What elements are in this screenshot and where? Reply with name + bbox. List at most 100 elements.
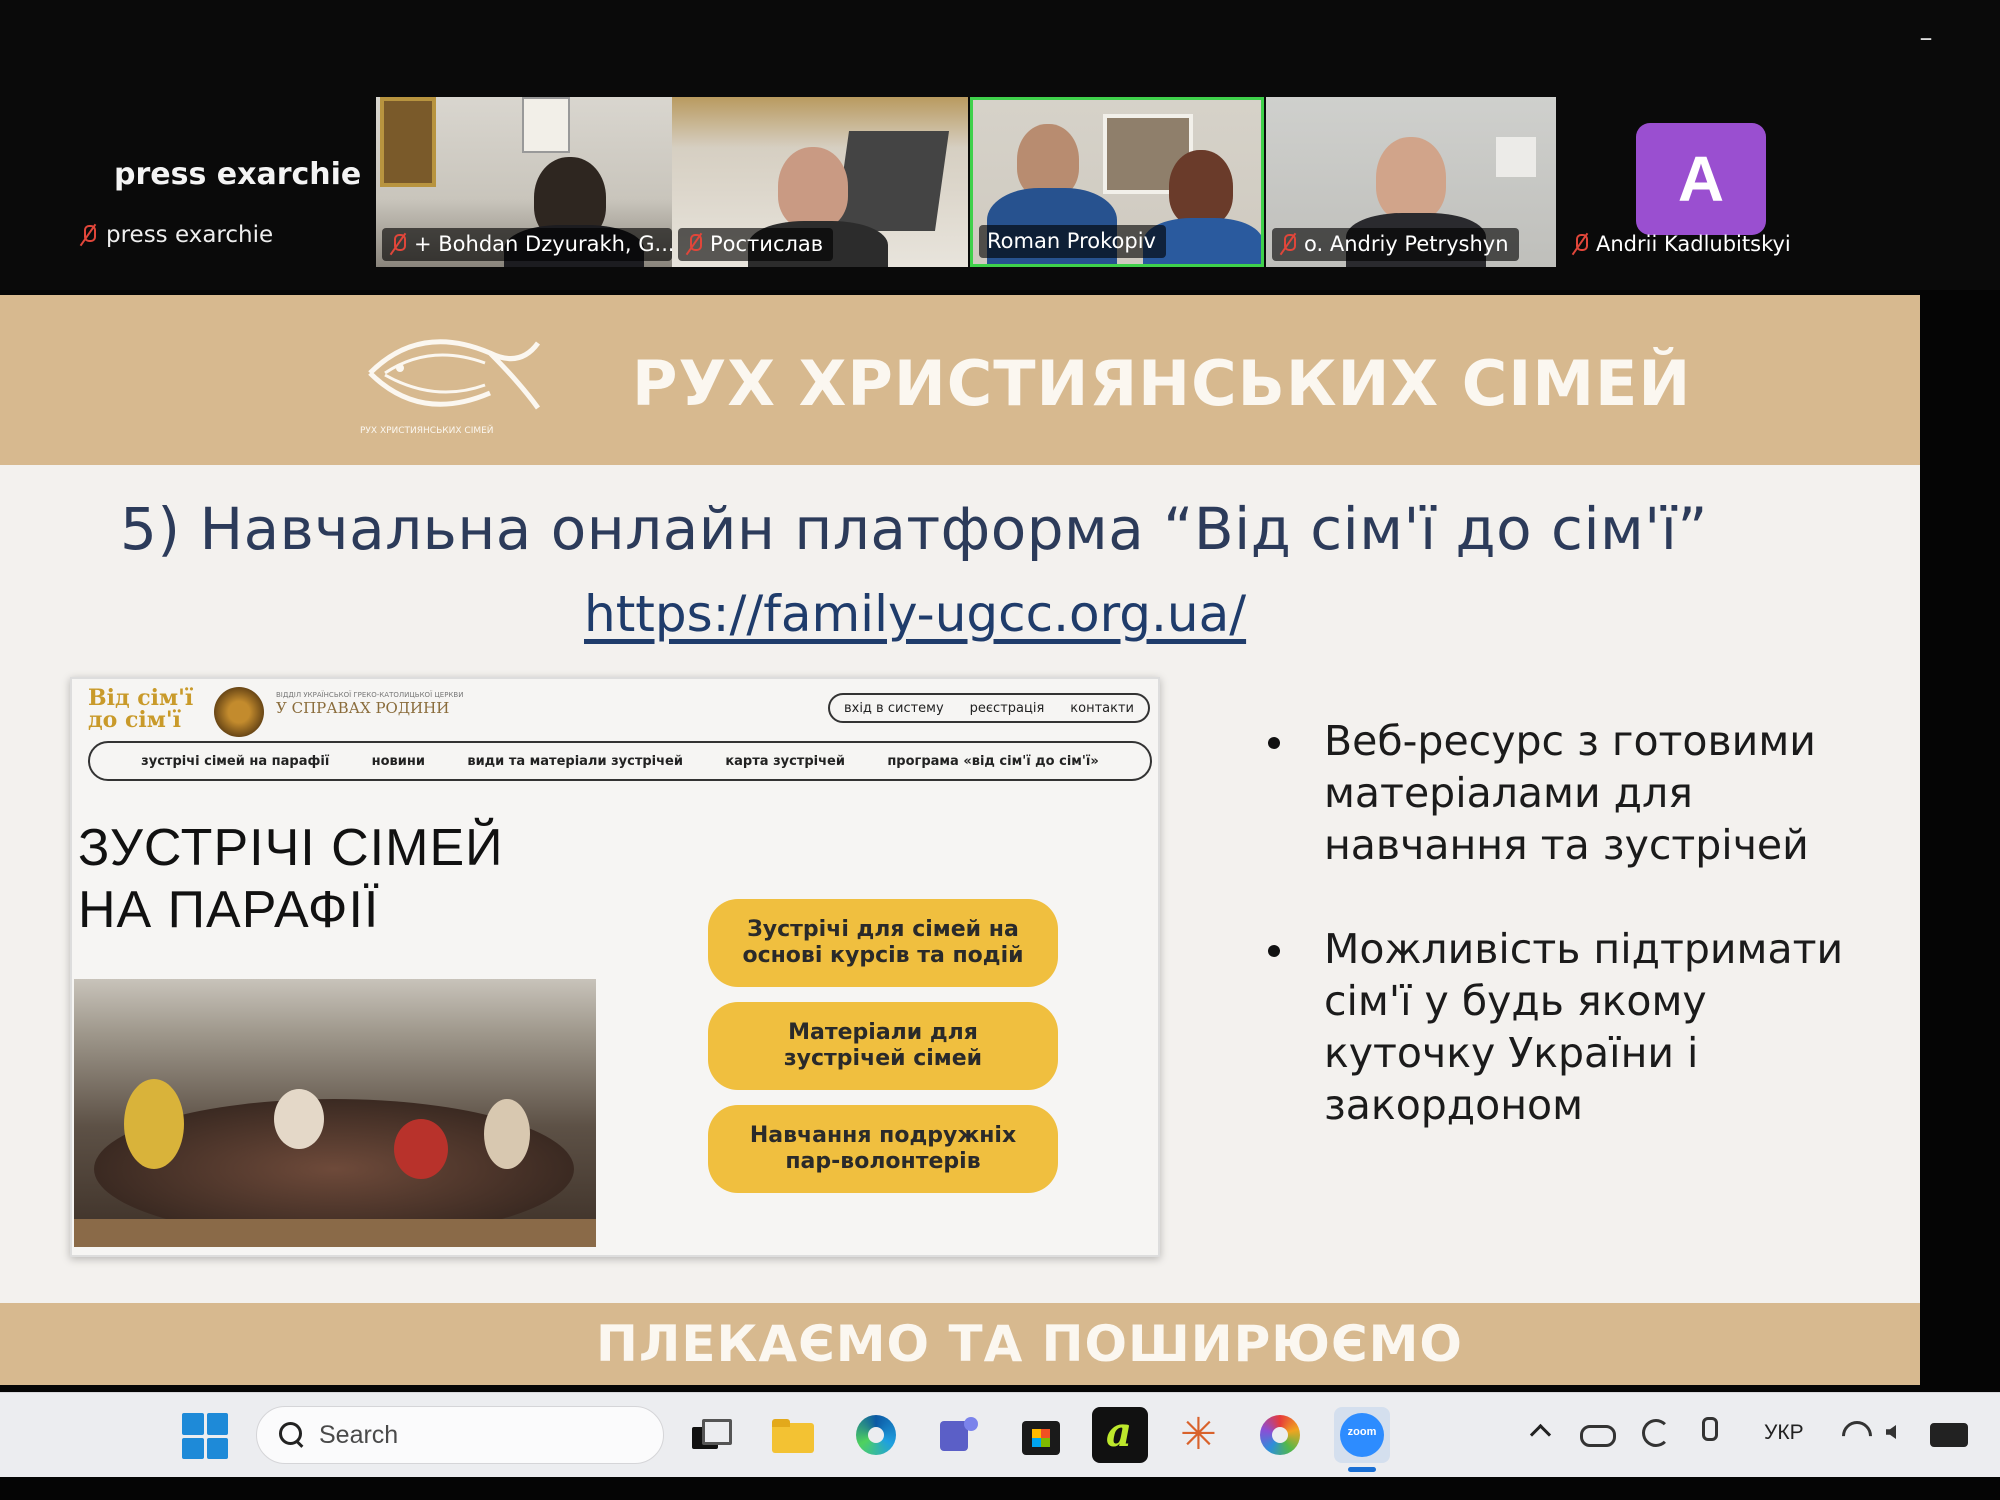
site-logo-line2: до сім'ї [88, 707, 181, 733]
site-top-links: вхід в систему реєстрація контакти [827, 693, 1150, 723]
microphone-icon[interactable] [1694, 1417, 1728, 1447]
fish-logo-icon: РУХ ХРИСТИЯНСЬКИХ СІМЕЙ [360, 339, 541, 436]
host-display-name: press exarchie [114, 157, 362, 192]
participant-name: Roman Prokopiv [987, 229, 1156, 253]
participant-avatar-tile[interactable]: A Andrii Kadlubitskyi [1558, 97, 1850, 267]
participant-figure [1376, 137, 1446, 221]
zoom-participant-strip: – press exarchie press exarchie + Bohdan… [0, 0, 2000, 290]
participant-name: + Bohdan Dzyurakh, G... [414, 232, 672, 256]
taskbar-search-box[interactable]: Search [256, 1406, 664, 1464]
input-language-indicator[interactable]: УКР [1764, 1421, 1804, 1445]
emblem-subtitle: ВІДДІЛ УКРАЇНСЬКОЇ ГРЕКО-КАТОЛИЦЬКОЇ ЦЕР… [276, 691, 464, 699]
participant-name-tag: Roman Prokopiv [979, 225, 1166, 258]
task-view-icon[interactable] [680, 1407, 736, 1463]
show-hidden-icons-chevron-icon[interactable] [1528, 1419, 1550, 1441]
participant-name-tag: o. Andriy Petryshyn [1272, 228, 1519, 261]
logo-caption: РУХ ХРИСТИЯНСЬКИХ СІМЕЙ [360, 424, 494, 436]
icon-painting [380, 97, 436, 187]
slide-footer-band: ПЛЕКАЄМО ТА ПОШИРЮЄМО [0, 1303, 1920, 1385]
mic-muted-icon [686, 233, 702, 255]
battery-icon[interactable] [1930, 1417, 1970, 1447]
minimize-button[interactable]: – [1914, 25, 1938, 54]
group-photo [74, 979, 596, 1247]
volume-icon[interactable] [1882, 1417, 1916, 1447]
participant-avatar: A [1636, 123, 1766, 235]
mic-muted-icon [80, 224, 96, 246]
host-name-tag: press exarchie [80, 222, 273, 248]
search-placeholder: Search [319, 1420, 399, 1449]
zoom-icon-label: zoom [1347, 1426, 1377, 1438]
nav-item[interactable]: карта зустрічей [725, 754, 845, 769]
teams-icon[interactable] [930, 1407, 986, 1463]
host-name-label: press exarchie [106, 222, 274, 248]
nav-item[interactable]: зустрічі сімей на парафії [141, 754, 329, 769]
slide-footer-text: ПЛЕКАЄМО ТА ПОШИРЮЄМО [596, 1315, 1463, 1373]
slide-header-title: РУХ ХРИСТИЯНСЬКИХ СІМЕЙ [632, 347, 1692, 420]
participant-video-tile[interactable]: + Bohdan Dzyurakh, G... [376, 97, 672, 267]
start-icon[interactable] [182, 1413, 228, 1459]
claude-glyph: ✳ [1180, 1409, 1217, 1460]
participant-name: o. Andriy Petryshyn [1304, 232, 1509, 256]
bullet-item: Веб-ресурс з готовими матеріалами для на… [1262, 715, 1882, 871]
participant-name-tag: Andrii Kadlubitskyi [1564, 228, 1801, 261]
nav-item[interactable]: новини [372, 754, 425, 769]
site-nav: зустрічі сімей на парафії новини види та… [88, 741, 1152, 781]
wall-outlet [1496, 137, 1536, 177]
crowd-person [394, 1119, 448, 1179]
volunteer-training-button[interactable]: Навчання подружніх пар-волонтерів [708, 1105, 1058, 1193]
edge-icon[interactable] [848, 1407, 904, 1463]
contacts-link[interactable]: контакти [1070, 701, 1134, 716]
search-icon [279, 1422, 305, 1448]
a-app-icon[interactable]: a [1092, 1407, 1148, 1463]
active-app-indicator [1348, 1467, 1376, 1472]
photos-icon[interactable] [1252, 1407, 1308, 1463]
coat-of-arms-image [522, 97, 570, 153]
claude-icon[interactable]: ✳ [1172, 1407, 1228, 1463]
emblem-icon [214, 687, 264, 737]
participant-video-tile[interactable]: o. Andriy Petryshyn [1266, 97, 1556, 267]
participant-figure [778, 147, 848, 229]
bullet-item: Можливість підтримати сім'ї у будь якому… [1262, 923, 1882, 1131]
participant-video-tile[interactable]: Ростислав [672, 97, 968, 267]
onedrive-icon[interactable] [1580, 1417, 1616, 1447]
site-page-title-line1: ЗУСТРІЧІ СІМЕЙ [78, 819, 504, 877]
shared-presentation-slide: РУХ ХРИСТИЯНСЬКИХ СІМЕЙ РУХ ХРИСТИЯНСЬКИ… [0, 295, 1920, 1385]
participant-name-tag: + Bohdan Dzyurakh, G... [382, 228, 672, 261]
sync-icon[interactable] [1638, 1417, 1672, 1447]
parquet-floor [74, 1219, 596, 1247]
mic-muted-icon [1280, 233, 1296, 255]
nav-item[interactable]: програма «від сім'ї до сім'ї» [887, 754, 1098, 769]
bullet-list: Веб-ресурс з готовими матеріалами для на… [1262, 715, 1882, 1183]
site-page-title-line2: НА ПАРАФІЇ [78, 881, 380, 939]
participant-name: Andrii Kadlubitskyi [1596, 232, 1791, 256]
mic-muted-icon [1572, 233, 1588, 255]
slide-heading: 5) Навчальна онлайн платформа “Від сім'ї… [120, 495, 1708, 563]
participant-name: Ростислав [710, 232, 824, 256]
slide-header-band: РУХ ХРИСТИЯНСЬКИХ СІМЕЙ РУХ ХРИСТИЯНСЬКИ… [0, 295, 1920, 465]
zoom-icon[interactable]: zoom [1334, 1407, 1390, 1463]
windows-taskbar: Search a ✳ zoom УКР [0, 1392, 2000, 1477]
a-app-letter: a [1106, 1409, 1132, 1456]
site-logo-line1: Від сім'ї [88, 685, 194, 711]
website-link[interactable]: https://family-ugcc.org.ua/ [584, 585, 1246, 643]
nav-item[interactable]: види та матеріали зустрічей [467, 754, 683, 769]
crowd-person [484, 1099, 530, 1169]
participant-figure-2 [1169, 150, 1233, 226]
site-logo: Від сім'ї до сім'ї [88, 687, 198, 731]
emblem-caption: ВІДДІЛ УКРАЇНСЬКОЇ ГРЕКО-КАТОЛИЦЬКОЇ ЦЕР… [276, 691, 526, 717]
crowd-person [124, 1079, 184, 1169]
mic-muted-icon [390, 233, 406, 255]
file-explorer-icon[interactable] [764, 1407, 820, 1463]
meeting-materials-button[interactable]: Матеріали для зустрічей сімей [708, 1002, 1058, 1090]
wifi-icon[interactable] [1838, 1417, 1872, 1447]
site-page-title: ЗУСТРІЧІ СІМЕЙ НА ПАРАФІЇ [78, 817, 504, 941]
participant-figure [1017, 124, 1079, 198]
participant-video-tile-active[interactable]: Roman Prokopiv [970, 97, 1264, 267]
crowd-person [274, 1089, 324, 1149]
window-frame [834, 131, 950, 231]
emblem-name: У СПРАВАХ РОДИНИ [276, 699, 450, 717]
login-link[interactable]: вхід в систему [844, 701, 944, 716]
store-icon[interactable] [1012, 1407, 1068, 1463]
family-meetings-button[interactable]: Зустрічі для сімей на основі курсів та п… [708, 899, 1058, 987]
register-link[interactable]: реєстрація [970, 701, 1045, 716]
